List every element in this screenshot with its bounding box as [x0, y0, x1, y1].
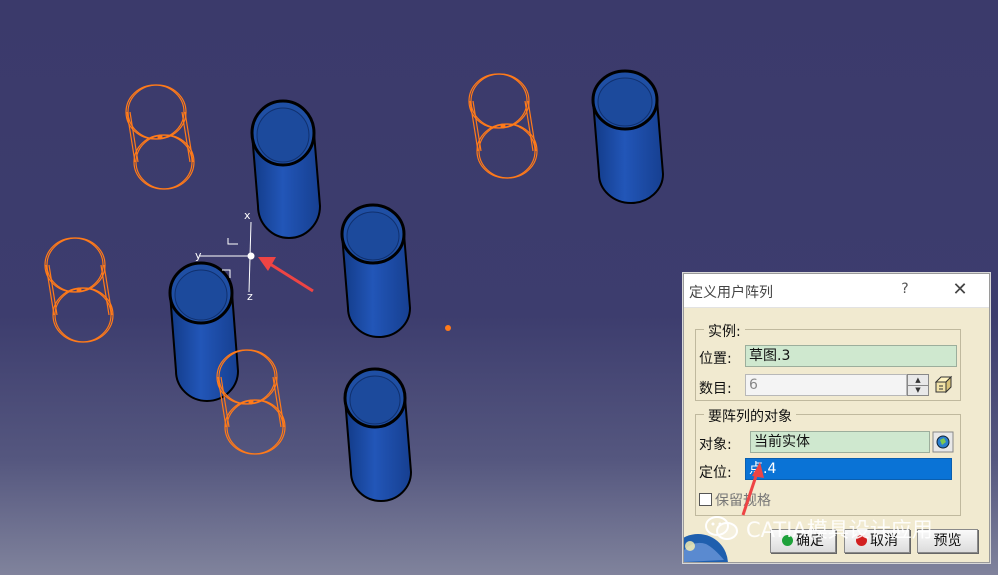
pattern-preview-cylinder	[44, 237, 114, 343]
axis-z-label: z	[247, 290, 253, 303]
dialog-titlebar[interactable]: 定义用户阵列 ? ✕	[684, 274, 989, 308]
pattern-preview-cylinder	[125, 84, 195, 190]
count-label: 数目:	[699, 381, 732, 397]
annotation-arrow-viewport	[258, 257, 314, 293]
solid-cylinder[interactable]	[591, 69, 665, 204]
annotation-arrow-dialog	[741, 462, 764, 516]
chevron-down-icon[interactable]: ▼	[908, 385, 928, 395]
solid-cylinder[interactable]	[168, 261, 240, 402]
instances-group-title: 实例:	[704, 321, 745, 341]
sketch-point-marker	[445, 325, 451, 331]
watermark: CATIA模具设计应用	[704, 514, 933, 544]
axis-y-label: y	[195, 249, 202, 262]
position-label: 位置:	[699, 351, 732, 367]
anchor-label: 定位:	[699, 465, 732, 481]
pattern-preview-cylinder	[468, 73, 538, 179]
count-field[interactable]: 6	[745, 374, 907, 396]
pattern-icon[interactable]	[933, 374, 955, 396]
object-label: 对象:	[699, 437, 732, 453]
help-button[interactable]: ?	[897, 281, 913, 297]
select-object-icon[interactable]	[932, 431, 954, 453]
solid-cylinder[interactable]	[343, 367, 413, 502]
dialog-title: 定义用户阵列	[689, 285, 773, 301]
solid-cylinder[interactable]	[250, 99, 322, 239]
object-field[interactable]: 当前实体	[750, 431, 930, 453]
position-field[interactable]: 草图.3	[745, 345, 957, 367]
checkbox-box[interactable]	[699, 493, 712, 506]
axis-x-label: x	[244, 209, 251, 222]
watermark-text: CATIA模具设计应用	[746, 518, 933, 542]
close-button[interactable]: ✕	[949, 280, 971, 300]
wechat-icon	[705, 516, 738, 540]
objects-group-title: 要阵列的对象	[704, 406, 796, 426]
count-stepper[interactable]: ▲ ▼	[907, 374, 929, 396]
solid-cylinder[interactable]	[340, 203, 412, 338]
